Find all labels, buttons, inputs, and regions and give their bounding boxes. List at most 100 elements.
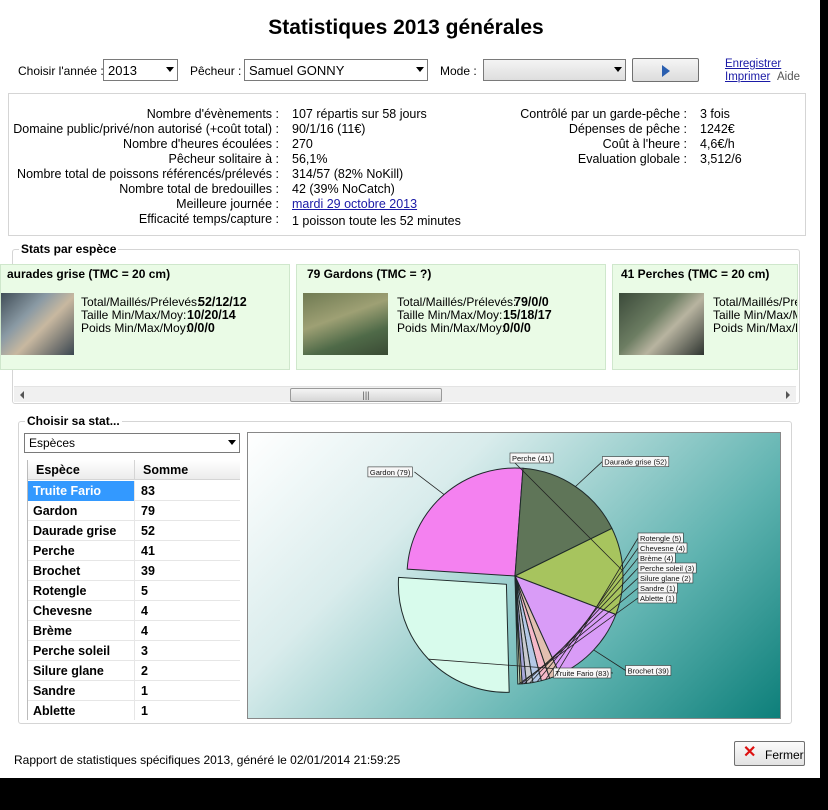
species-cell: Silure glane — [28, 661, 135, 681]
sum-cell: 39 — [141, 564, 155, 578]
pie-label: Chevesne (4) — [640, 544, 686, 553]
arrow-right-icon[interactable] — [786, 391, 790, 399]
table-row[interactable]: Gardon 79 — [28, 501, 240, 521]
stat-value: 1 poisson toute les 52 minutes — [292, 214, 461, 228]
close-button[interactable]: ✕ Fermer — [734, 741, 805, 766]
pie-label: Perche (41) — [512, 454, 552, 463]
scrollbar-thumb[interactable]: ||| — [290, 388, 442, 402]
stat-select-value: Espèces — [29, 436, 76, 450]
stat-label: Domaine public/privé/non autorisé (+coût… — [13, 122, 279, 136]
card-label: Taille Min/Max/Moy: — [81, 308, 187, 322]
species-cell: Truite Fario — [28, 481, 135, 501]
pie-label: Brochet (39) — [628, 667, 670, 676]
species-scrollbar[interactable]: ||| — [14, 386, 796, 402]
species-cell: Perche soleil — [28, 641, 135, 661]
table-row[interactable]: Rotengle 5 — [28, 581, 240, 601]
sum-cell: 4 — [141, 604, 148, 618]
chevron-down-icon — [228, 440, 236, 445]
print-link[interactable]: Imprimer — [725, 71, 770, 83]
sum-cell: 52 — [141, 524, 155, 538]
sum-cell: 2 — [141, 664, 148, 678]
card-value: 52/12/12 — [198, 295, 247, 309]
table-row[interactable]: Chevesne 4 — [28, 601, 240, 621]
stat-label: Efficacité temps/capture : — [138, 212, 279, 226]
species-cell: Chevesne — [28, 601, 135, 621]
fisher-label: Pêcheur : — [190, 64, 242, 78]
stat-value: 107 répartis sur 58 jours — [292, 107, 427, 121]
species-cell: Daurade grise — [28, 521, 135, 541]
species-cell: Brochet — [28, 561, 135, 581]
table-row[interactable]: Ablette 1 — [28, 701, 240, 720]
species-card-gardon[interactable]: 79 Gardons (TMC = ?) Total/Maillés/Préle… — [296, 264, 606, 370]
sum-cell: 3 — [141, 644, 148, 658]
stat-value: 42 (39% NoCatch) — [292, 182, 395, 196]
best-day-link[interactable]: mardi 29 octobre 2013 — [292, 197, 417, 211]
stat-value: 4,6€/h — [700, 137, 735, 151]
statistics-window: Statistiques 2013 générales Choisir l'an… — [0, 0, 820, 778]
pie-label-leader — [575, 461, 603, 487]
table-row[interactable]: Brochet 39 — [28, 561, 240, 581]
column-header-sum[interactable]: Somme — [135, 460, 240, 480]
card-value: 10/20/14 — [187, 308, 236, 322]
stat-label: Coût à l'heure : — [602, 137, 687, 151]
species-card-perche[interactable]: 41 Perches (TMC = 20 cm) Total/Maillés/P… — [612, 264, 798, 370]
fish-photo — [303, 293, 388, 355]
species-card-title: 41 Perches (TMC = 20 cm) — [621, 267, 770, 281]
table-row[interactable]: Brème 4 — [28, 621, 240, 641]
sum-cell: 41 — [141, 544, 155, 558]
year-value: 2013 — [108, 63, 137, 78]
card-label: Taille Min/Max/M — [713, 308, 798, 322]
pie-label: Daurade grise (52) — [604, 458, 667, 467]
year-select[interactable]: 2013 — [103, 59, 178, 81]
stat-value: 270 — [292, 137, 313, 151]
help-label[interactable]: Aide — [777, 71, 800, 83]
page-title: Statistiques 2013 générales — [268, 16, 544, 39]
table-row[interactable]: Perche 41 — [28, 541, 240, 561]
stat-label: Nombre d'heures écoulées : — [123, 137, 279, 151]
stat-value: 1242€ — [700, 122, 735, 136]
card-label: Poids Min/Max/M — [713, 321, 798, 335]
table-row[interactable]: Daurade grise 52 — [28, 521, 240, 541]
card-value: 15/18/17 — [503, 308, 552, 322]
table-row[interactable]: Truite Fario 83 — [28, 481, 240, 501]
table-row[interactable]: Sandre 1 — [28, 681, 240, 701]
pie-label: Truite Fario (83) — [556, 669, 610, 678]
sum-cell: 5 — [141, 584, 148, 598]
run-button[interactable] — [632, 58, 699, 82]
stat-label: Contrôlé par un garde-pêche : — [520, 107, 687, 121]
sum-cell: 4 — [141, 624, 148, 638]
stat-label: Nombre total de poissons référencés/prél… — [17, 167, 279, 181]
table-row[interactable]: Silure glane 2 — [28, 661, 240, 681]
column-header-species[interactable]: Espèce — [28, 460, 135, 480]
arrow-left-icon[interactable] — [20, 391, 24, 399]
pie-label: Sandre (1) — [640, 584, 676, 593]
stat-value: 90/1/16 (11€) — [292, 122, 366, 136]
pie-label-leader — [414, 471, 445, 495]
pie-label: Gardon (79) — [370, 468, 411, 477]
card-value: 0/0/0 — [187, 321, 215, 335]
pie-label: Rotengle (5) — [640, 534, 682, 543]
stat-select[interactable]: Espèces — [24, 433, 240, 453]
species-card-daurade[interactable]: aurades grise (TMC = 20 cm) Total/Maillé… — [0, 264, 290, 370]
species-cell: Rotengle — [28, 581, 135, 601]
pie-label-leader — [593, 649, 626, 671]
mode-select[interactable] — [483, 59, 626, 81]
stat-label: Evaluation globale : — [577, 152, 687, 166]
card-label: Total/Maillés/Prélé — [713, 295, 797, 309]
fisher-select[interactable]: Samuel GONNY — [244, 59, 428, 81]
sum-cell: 1 — [141, 704, 148, 718]
stat-label: Meilleure journée : — [176, 197, 279, 211]
pie-slice — [406, 467, 524, 577]
sum-cell: 79 — [141, 504, 155, 518]
save-link[interactable]: Enregistrer — [725, 58, 781, 70]
stat-value: 3,512/6 — [700, 152, 742, 166]
species-cell: Gardon — [28, 501, 135, 521]
close-button-label: Fermer — [765, 748, 804, 762]
stat-section-title: Choisir sa stat... — [25, 414, 122, 428]
species-table[interactable]: Espèce Somme Truite Fario 83 Gardon 79 Daurade… — [27, 460, 240, 720]
species-cell: Ablette — [28, 701, 135, 720]
card-label: Poids Min/Max/Moy: — [81, 321, 190, 335]
table-row[interactable]: Perche soleil 3 — [28, 641, 240, 661]
stat-label: Pêcheur solitaire à : — [168, 152, 279, 166]
pie-svg: Truite Fario (83) Gardon (79) Daurade gris… — [367, 452, 697, 693]
